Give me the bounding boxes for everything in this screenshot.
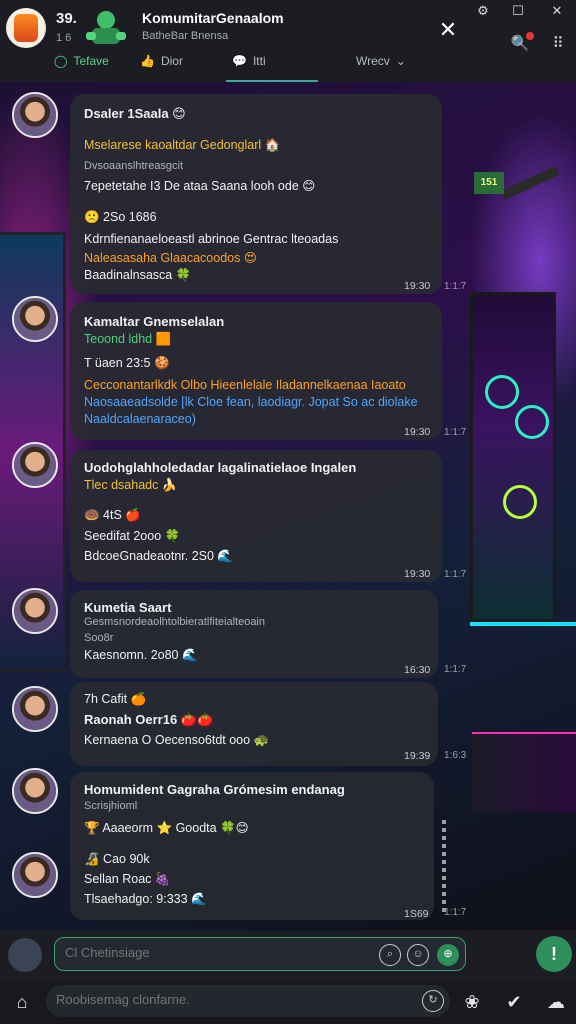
avatar[interactable]: [12, 768, 58, 814]
app-badge-icon[interactable]: ⚙: [472, 2, 494, 20]
list-item[interactable]: Uodohglahholedadar lagalinatielaoe Ingal…: [70, 450, 442, 582]
timestamp: 19:30: [404, 426, 431, 438]
active-tab-indicator: [226, 80, 318, 82]
close-icon[interactable]: ✕: [436, 18, 460, 42]
tab-wrecv[interactable]: Wrecv ⌄: [356, 54, 406, 68]
avatar[interactable]: [12, 686, 58, 732]
refresh-icon[interactable]: ↻: [422, 990, 444, 1012]
avatar[interactable]: [12, 852, 58, 898]
fan-icon: [503, 485, 537, 519]
scrollbar[interactable]: [442, 820, 446, 916]
tab-tefave[interactable]: ◯ Tefave: [54, 54, 109, 68]
cloud-icon[interactable]: ☁: [544, 990, 568, 1014]
message-input-wrapper: ⌕ ☺ ⊕: [54, 937, 466, 971]
list-item[interactable]: 7h Cafit 🍊 Raonah Oerr16 🍅🍅 Kernaena O O…: [70, 682, 438, 766]
timestamp: 19:30: [404, 280, 431, 292]
keyboard: [472, 732, 576, 812]
group-subtitle: BatheBar Bnensa: [142, 30, 229, 42]
avatar[interactable]: [12, 588, 58, 634]
list-item[interactable]: Kamaltar Gnemselalan Teoond ldhd 🟧 T üae…: [70, 302, 442, 440]
window-close-icon[interactable]: ✕: [546, 2, 568, 20]
tab-dior[interactable]: 👍 Dior: [140, 54, 183, 68]
timestamp: 1S69: [404, 908, 429, 920]
list-item[interactable]: Homumident Gagraha Grómesim endanag Scri…: [70, 772, 434, 920]
avatar[interactable]: [12, 92, 58, 138]
tab-bar: ◯ Tefave 👍 Dior 💬 Itti Wrecv ⌄: [0, 48, 576, 80]
post-count: 1:1:7: [444, 427, 467, 438]
timestamp: 19:30: [404, 568, 431, 580]
bottom-search: ↻: [46, 985, 450, 1017]
timestamp: 19:39: [404, 750, 431, 762]
check-shield-icon[interactable]: ✔: [502, 990, 526, 1014]
bottom-search-input[interactable]: [56, 992, 396, 1007]
app-logo[interactable]: [6, 8, 46, 48]
chat-header: 39. 1 6 KomumitarGenaalom BatheBar Bnens…: [0, 0, 576, 82]
message-input[interactable]: [65, 945, 365, 960]
maximize-icon[interactable]: ☐: [507, 2, 529, 20]
list-item[interactable]: Kumetia Saart Gesmsnordeaolhtolbieratlfi…: [70, 590, 438, 678]
tab-itti[interactable]: 💬 Itti: [232, 54, 266, 68]
neon-shelf: [470, 622, 576, 626]
fan-icon: [515, 405, 549, 439]
send-button[interactable]: !: [536, 936, 572, 972]
paw-icon[interactable]: ❀: [460, 990, 484, 1014]
timestamp: 16:30: [404, 664, 431, 676]
member-count: 39.: [56, 10, 77, 27]
post-count: 1:1:7: [444, 569, 467, 580]
group-avatar-icon[interactable]: [84, 8, 128, 48]
post-count: 1:1:7: [444, 281, 467, 292]
post-count: 1:1:7: [444, 907, 467, 918]
avatar[interactable]: [12, 442, 58, 488]
member-count-sub: 1 6: [56, 32, 72, 44]
search-icon[interactable]: ⌕: [379, 944, 401, 966]
post-count: 1:6:3: [444, 750, 467, 761]
fan-icon: [485, 375, 519, 409]
chevron-down-icon: ⌄: [395, 54, 406, 68]
post-count: 1:1:7: [444, 664, 467, 675]
attach-icon[interactable]: ⊕: [437, 944, 459, 966]
list-item[interactable]: Dsaler 1Saala 😊 Mselarese kaoaltdar Gedo…: [70, 94, 442, 294]
chat-icon: 💬: [232, 54, 247, 68]
neon-sign: 151: [474, 172, 504, 194]
emoji-icon[interactable]: ☺: [407, 944, 429, 966]
avatar[interactable]: [12, 296, 58, 342]
group-title: KomumitarGenaalom: [142, 10, 284, 26]
profile-icon[interactable]: [8, 938, 42, 972]
monitor-right: [470, 292, 556, 622]
home-icon[interactable]: ⌂: [10, 990, 34, 1014]
thumb-icon: 👍: [140, 54, 155, 68]
circle-icon: ◯: [54, 54, 68, 68]
